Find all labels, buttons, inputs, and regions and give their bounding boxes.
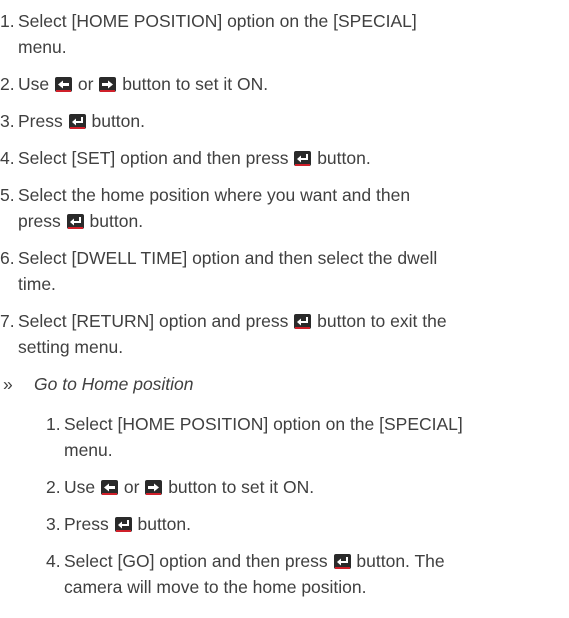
step-text-part: Select [RETURN] option and press: [18, 311, 289, 331]
step-text-part: Use: [18, 74, 50, 94]
step-text-part: Press: [18, 111, 63, 131]
step-number: 4.: [46, 551, 61, 571]
step-5: 5. Select the home position where you wan…: [0, 182, 569, 234]
right-arrow-button-icon: [99, 77, 117, 92]
step-text: Select [HOME POSITION] option on the [SP…: [18, 11, 417, 31]
bullet-mark: »: [3, 374, 13, 394]
step-text: Select [SET] option and then press butto…: [18, 148, 371, 168]
step-text-part: button to set it ON.: [122, 74, 269, 94]
step-text-part: button.: [137, 514, 192, 534]
enter-button-icon: [294, 314, 312, 329]
step-text: Select [HOME POSITION] option on the [SP…: [64, 414, 463, 434]
step-number: 4.: [0, 148, 15, 168]
step-text: Select [RETURN] option and press button …: [18, 311, 447, 331]
go-to-home-position-steps: 1. Select [HOME POSITION] option on the […: [0, 411, 569, 600]
step-text-part: button.: [89, 211, 144, 231]
left-arrow-button-icon: [55, 77, 72, 92]
step-1: 1. Select [HOME POSITION] option on the […: [0, 8, 569, 60]
enter-button-icon: [66, 214, 84, 229]
step-text: Press button.: [64, 514, 191, 534]
step-number: 5.: [0, 185, 15, 205]
step-number: 2.: [46, 477, 61, 497]
step-text: Select [DWELL TIME] option and then sele…: [18, 248, 438, 268]
step-text-part: or: [77, 74, 94, 94]
step-2: 2. Use or button to set it ON.: [0, 71, 569, 97]
step-text-part: button. The: [356, 551, 445, 571]
step-text-part: Select [GO] option and then press: [64, 551, 328, 571]
left-arrow-button-icon: [101, 480, 118, 495]
sub-step-4: 4. Select [GO] option and then press butt…: [46, 548, 569, 600]
step-text-part: button.: [317, 148, 371, 168]
step-text-part: button to set it ON.: [168, 477, 315, 497]
step-text: Select [GO] option and then press button…: [64, 551, 445, 571]
step-number: 1.: [46, 414, 61, 434]
step-text-continued: press button.: [0, 208, 569, 234]
sub-step-2: 2. Use or button to set it ON.: [46, 474, 569, 500]
step-7: 7. Select [RETURN] option and press butto…: [0, 308, 569, 360]
step-number: 1.: [0, 11, 15, 31]
step-text-continued: setting menu.: [18, 337, 124, 357]
step-text-continued: camera will move to the home position.: [64, 577, 367, 597]
home-position-steps: 1. Select [HOME POSITION] option on the […: [0, 8, 569, 360]
step-number: 3.: [0, 111, 15, 131]
step-3: 3. Press button.: [0, 108, 569, 134]
section-heading: Go to Home position: [34, 374, 194, 394]
step-text-part: press: [18, 211, 61, 231]
step-text-continued: menu.: [18, 37, 67, 57]
step-text: Press button.: [18, 111, 145, 131]
step-text-continued: time.: [18, 274, 56, 294]
step-text: Use or button to set it ON.: [64, 477, 314, 497]
step-number: 6.: [0, 248, 15, 268]
enter-button-icon: [114, 517, 132, 532]
step-number: 7.: [0, 311, 15, 331]
go-to-home-position-section: » Go to Home position: [0, 371, 569, 397]
sub-step-3: 3. Press button.: [46, 511, 569, 537]
step-text-part: button to exit the: [317, 311, 447, 331]
step-number: 3.: [46, 514, 61, 534]
step-text: Select the home position where you want …: [18, 185, 411, 205]
step-text-continued: menu.: [64, 440, 113, 460]
step-text-part: Select [SET] option and then press: [18, 148, 289, 168]
enter-button-icon: [68, 114, 86, 129]
manual-page: 1. Select [HOME POSITION] option on the […: [0, 0, 569, 618]
step-6: 6. Select [DWELL TIME] option and then se…: [0, 245, 569, 297]
sub-step-1: 1. Select [HOME POSITION] option on the […: [46, 411, 569, 463]
step-text-part: button.: [91, 111, 146, 131]
step-text-part: or: [123, 477, 140, 497]
enter-button-icon: [294, 151, 312, 166]
step-text-part: Press: [64, 514, 109, 534]
step-number: 2.: [0, 74, 15, 94]
step-4: 4. Select [SET] option and then press but…: [0, 145, 569, 171]
step-text: Use or button to set it ON.: [18, 74, 268, 94]
step-text-part: Use: [64, 477, 96, 497]
enter-button-icon: [333, 554, 351, 569]
right-arrow-button-icon: [145, 480, 163, 495]
